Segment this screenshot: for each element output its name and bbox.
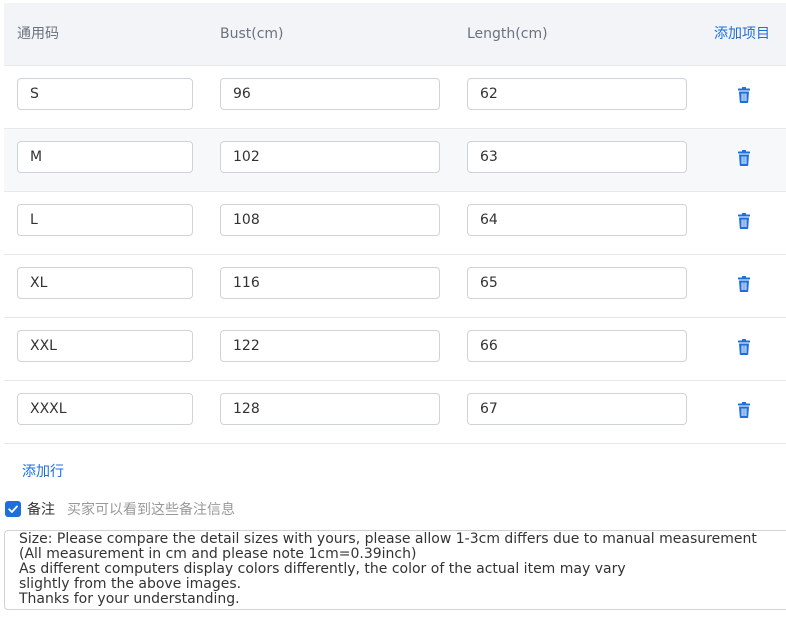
size-code-input[interactable] <box>17 141 193 173</box>
table-header: 通用码 Bust(cm) Length(cm) 添加项目 <box>4 3 786 66</box>
length-input[interactable] <box>467 330 687 362</box>
note-label: 备注 <box>27 502 55 518</box>
column-header-bust: Bust(cm) <box>220 26 284 42</box>
bust-input[interactable] <box>220 204 440 236</box>
bust-input[interactable] <box>220 78 440 110</box>
column-header-code: 通用码 <box>17 26 59 42</box>
length-input[interactable] <box>467 393 687 425</box>
note-toggle: 备注 买家可以看到这些备注信息 <box>5 500 235 518</box>
size-code-input[interactable] <box>17 267 193 299</box>
table-row <box>4 255 786 318</box>
check-icon <box>8 505 18 513</box>
trash-icon[interactable] <box>737 213 751 229</box>
bust-input[interactable] <box>220 141 440 173</box>
size-code-input[interactable] <box>17 330 193 362</box>
note-hint: 买家可以看到这些备注信息 <box>67 502 235 518</box>
trash-icon[interactable] <box>737 402 751 418</box>
size-table: 通用码 Bust(cm) Length(cm) 添加项目 <box>4 3 786 444</box>
table-row <box>4 318 786 381</box>
table-row <box>4 129 786 192</box>
table-row <box>4 192 786 255</box>
table-row <box>4 381 786 444</box>
length-input[interactable] <box>467 204 687 236</box>
note-checkbox[interactable] <box>5 501 21 517</box>
bust-input[interactable] <box>220 330 440 362</box>
table-row <box>4 66 786 129</box>
size-code-input[interactable] <box>17 204 193 236</box>
length-input[interactable] <box>467 267 687 299</box>
add-row-link[interactable]: 添加行 <box>22 461 64 481</box>
length-input[interactable] <box>467 78 687 110</box>
length-input[interactable] <box>467 141 687 173</box>
trash-icon[interactable] <box>737 276 751 292</box>
size-code-input[interactable] <box>17 78 193 110</box>
trash-icon[interactable] <box>737 87 751 103</box>
trash-icon[interactable] <box>737 150 751 166</box>
column-header-length: Length(cm) <box>467 26 548 42</box>
add-item-link[interactable]: 添加项目 <box>714 3 770 65</box>
size-code-input[interactable] <box>17 393 193 425</box>
note-textarea[interactable]: Size: Please compare the detail sizes wi… <box>4 530 786 610</box>
bust-input[interactable] <box>220 393 440 425</box>
trash-icon[interactable] <box>737 339 751 355</box>
bust-input[interactable] <box>220 267 440 299</box>
